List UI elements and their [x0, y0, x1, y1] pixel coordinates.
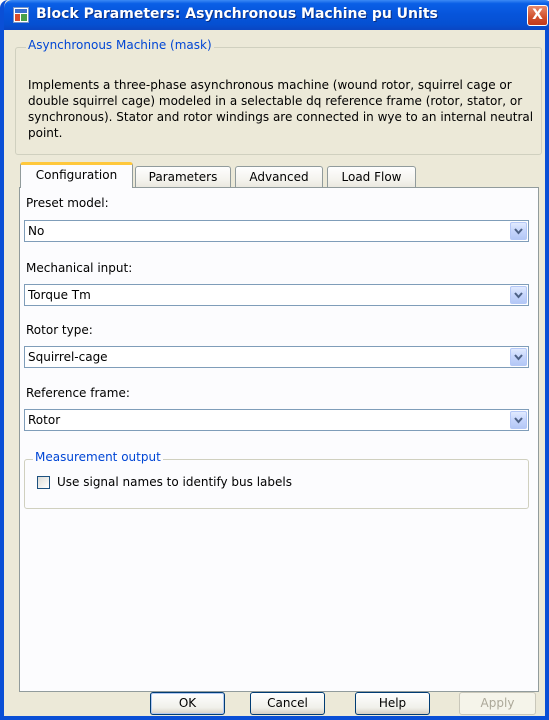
reference-frame-dropdown[interactable]: Rotor — [24, 409, 529, 431]
bus-labels-checkbox-label[interactable]: Use signal names to identify bus labels — [57, 475, 292, 489]
tab-label: Parameters — [148, 170, 218, 184]
cancel-button-label: Cancel — [267, 696, 308, 710]
cancel-button[interactable]: Cancel — [250, 692, 325, 715]
tab-label: Advanced — [249, 170, 309, 184]
tab-label: Load Flow — [341, 170, 402, 184]
window-title: Block Parameters: Asynchronous Machine p… — [36, 6, 438, 22]
tab-parameters[interactable]: Parameters — [135, 166, 231, 188]
close-button[interactable]: X — [527, 5, 548, 26]
reference-frame-value: Rotor — [28, 413, 61, 427]
mask-legend: Asynchronous Machine (mask) — [26, 38, 214, 52]
tab-load-flow[interactable]: Load Flow — [327, 166, 416, 188]
measurement-output-legend: Measurement output — [33, 450, 163, 464]
bus-labels-checkbox[interactable] — [37, 476, 50, 489]
help-button-label: Help — [378, 696, 407, 710]
preset-model-value: No — [28, 224, 45, 238]
rotor-type-dropdown[interactable]: Squirrel-cage — [24, 346, 529, 368]
help-button[interactable]: Help — [355, 692, 430, 715]
mask-description: Implements a three-phase asynchronous ma… — [28, 78, 534, 140]
chevron-down-icon[interactable] — [510, 348, 527, 366]
preset-model-label: Preset model: — [26, 196, 109, 210]
rotor-type-value: Squirrel-cage — [28, 350, 108, 364]
mechanical-input-dropdown[interactable]: Torque Tm — [24, 284, 529, 306]
chevron-down-icon[interactable] — [510, 411, 527, 429]
preset-model-dropdown[interactable]: No — [24, 220, 529, 242]
chevron-down-icon[interactable] — [510, 286, 527, 304]
ok-button[interactable]: OK — [150, 692, 225, 715]
tab-advanced[interactable]: Advanced — [235, 166, 323, 188]
simulink-block-icon — [13, 7, 29, 23]
chevron-down-icon[interactable] — [510, 222, 527, 240]
title-bar[interactable]: Block Parameters: Asynchronous Machine p… — [4, 0, 549, 30]
dialog-window: Block Parameters: Asynchronous Machine p… — [0, 0, 549, 720]
close-icon: X — [532, 7, 543, 23]
reference-frame-label: Reference frame: — [26, 386, 130, 400]
ok-button-label: OK — [178, 696, 197, 710]
tab-configuration[interactable]: Configuration — [20, 162, 133, 188]
mechanical-input-value: Torque Tm — [28, 288, 91, 302]
rotor-type-label: Rotor type: — [26, 323, 93, 337]
apply-button[interactable]: Apply — [459, 692, 536, 715]
tab-label: Configuration — [35, 168, 118, 182]
apply-button-label: Apply — [480, 696, 515, 710]
mechanical-input-label: Mechanical input: — [26, 261, 133, 275]
